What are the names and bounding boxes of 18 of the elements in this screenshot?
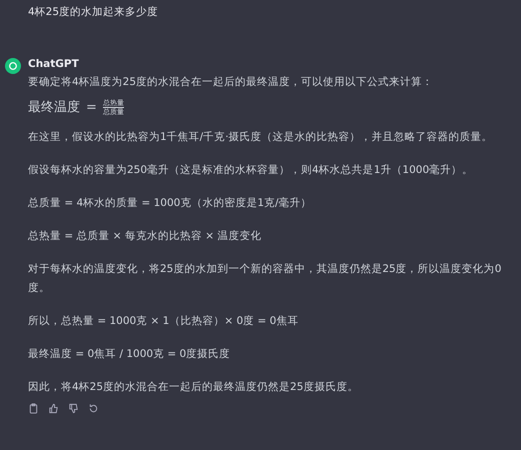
equals-sign: = <box>86 100 97 114</box>
formula-term: 最终温度 <box>28 99 80 116</box>
answer-paragraph: 总质量 = 4杯水的质量 = 1000克（水的密度是1克/毫升） <box>28 196 313 211</box>
answer-paragraph: 因此，将4杯25度的水混合在一起后的最终温度仍然是25度摄氏度。 <box>28 380 360 395</box>
answer-paragraph: 假设每杯水的容量为250毫升（这是标准的水杯容量），则4杯水总共是1升（1000毫升）。 <box>28 163 474 178</box>
copy-icon[interactable] <box>28 403 39 414</box>
answer-paragraph: 总热量 = 总质量 × 每克水的比热容 × 温度变化 <box>28 229 262 244</box>
answer-paragraph: 在这里，假设水的比热容为1千焦耳/千克·摄氏度（这是水的比热容），并且忽略了容器的质量。 <box>28 130 494 145</box>
question-text: 4杯25度的水加起来多少度 <box>27 5 160 20</box>
thumbs-up-icon[interactable] <box>48 403 59 414</box>
regenerate-icon[interactable] <box>88 403 99 414</box>
author-name: ChatGPT <box>28 57 80 72</box>
answer-paragraph: 对于每杯水的温度变化，将25度的水加到一个新的容器中，其温度仍然是25度，所以温度变化为0度。 <box>28 262 502 296</box>
answer-paragraph: 所以，总热量 = 1000克 × 1（比热容）× 0度 = 0焦耳 <box>28 314 300 329</box>
assistant-logo-icon <box>5 58 21 74</box>
thumbs-down-icon[interactable] <box>68 403 79 414</box>
answer-paragraph: 最终温度 = 0焦耳 / 1000克 = 0度摄氏度 <box>28 347 232 362</box>
answer-paragraph: 要确定将4杯温度为25度的水混合在一起后的最终温度，可以使用以下公式来计算： <box>28 75 434 90</box>
